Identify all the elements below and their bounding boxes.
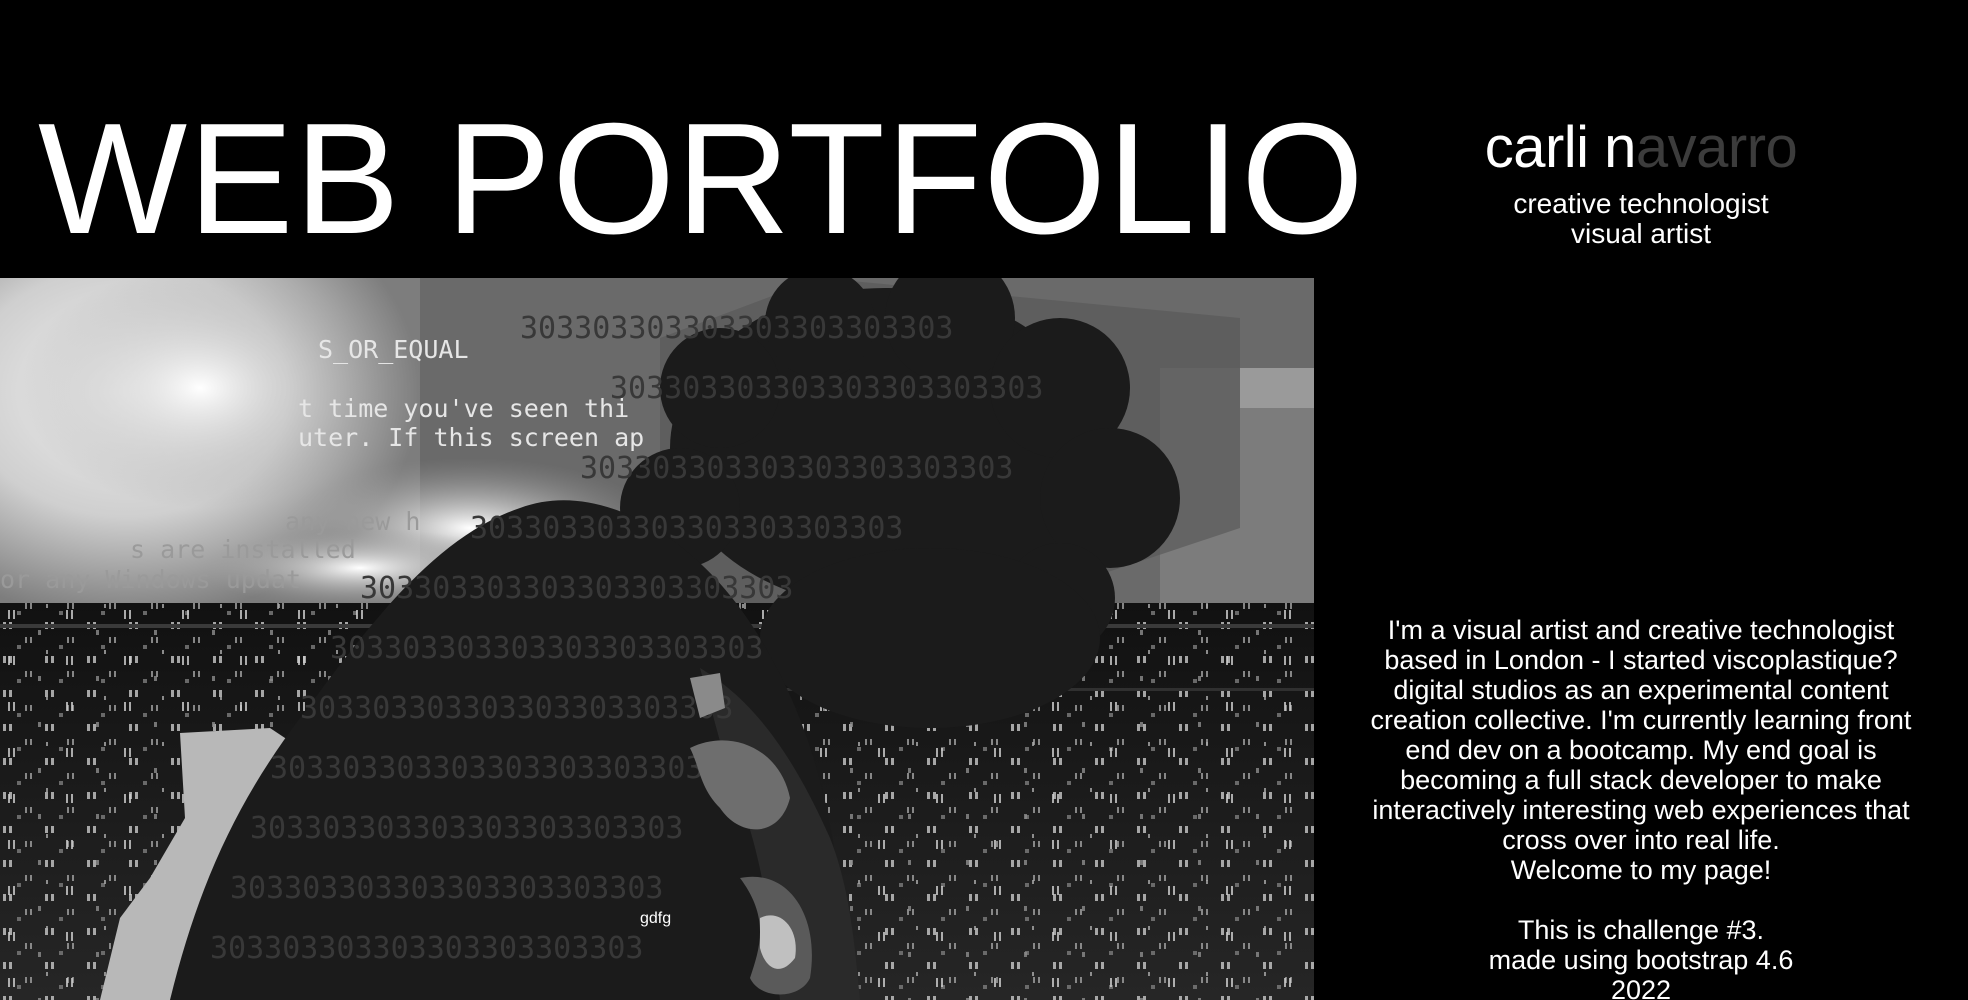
bio-line: interactively interesting web experience… (1372, 795, 1910, 825)
welcome-text: Welcome to my page! (1510, 855, 1772, 885)
bio-line: becoming a full stack developer to make (1400, 765, 1882, 795)
svg-text:303303303303303303303303: 303303303303303303303303 (210, 931, 643, 966)
profile-role: creative technologist visual artist (1314, 187, 1968, 249)
bio-line: creation collective. I'm currently learn… (1370, 705, 1912, 735)
bio-text: I'm a visual artist and creative technol… (1314, 615, 1968, 1000)
svg-text:303303303303303303303303: 303303303303303303303303 (270, 751, 703, 786)
svg-text:303303303303303303303303: 303303303303303303303303 (250, 811, 683, 846)
svg-text:303303303303303303303303: 303303303303303303303303 (300, 691, 733, 726)
challenge-text: This is challenge #3. (1517, 915, 1765, 945)
page-title: WEB PORTFOLIO (38, 91, 1365, 267)
console-line: any new h (285, 507, 420, 536)
svg-text:303303303303303303303303: 303303303303303303303303 (610, 371, 1043, 406)
role-line: creative technologist (1513, 187, 1769, 219)
hero-glitch-artwork: S_OR_EQUAL t time you've seen thi uter. … (0, 278, 1314, 1000)
bio-line: based in London - I started viscoplastiq… (1384, 645, 1898, 675)
console-line: s are installed (130, 535, 356, 564)
name-faded: avarro (1635, 115, 1798, 180)
year-text: 2022 (1610, 975, 1672, 1000)
svg-text:303303303303303303303303: 303303303303303303303303 (470, 511, 903, 546)
role-line: visual artist (1570, 217, 1712, 249)
made-with-text: made using bootstrap 4.6 (1488, 945, 1794, 975)
svg-text:303303303303303303303303: 303303303303303303303303 (520, 311, 953, 346)
bio-line: digital studios as an experimental conte… (1393, 675, 1889, 705)
console-line: uter. If this screen ap (298, 423, 644, 452)
profile-name: carli navarro (1314, 115, 1968, 180)
bio-line: I'm a visual artist and creative technol… (1387, 615, 1895, 645)
hero-image: S_OR_EQUAL t time you've seen thi uter. … (0, 278, 1314, 1000)
name-highlight: carli n (1484, 115, 1637, 180)
console-line: t time you've seen thi (298, 394, 629, 423)
bio-line: end dev on a bootcamp. My end goal is (1405, 735, 1877, 765)
photo-caption: gdfg (640, 910, 672, 927)
svg-text:303303303303303303303303: 303303303303303303303303 (230, 871, 663, 906)
profile-header: carli navarro creative technologist visu… (1314, 115, 1968, 249)
svg-text:303303303303303303303303: 303303303303303303303303 (580, 451, 1013, 486)
console-line: S_OR_EQUAL (318, 335, 469, 364)
svg-text:303303303303303303303303: 303303303303303303303303 (360, 571, 793, 606)
bio-line: cross over into real life. (1502, 825, 1780, 855)
console-line: or any Windows updat (0, 565, 301, 594)
svg-text:303303303303303303303303: 303303303303303303303303 (330, 631, 763, 666)
